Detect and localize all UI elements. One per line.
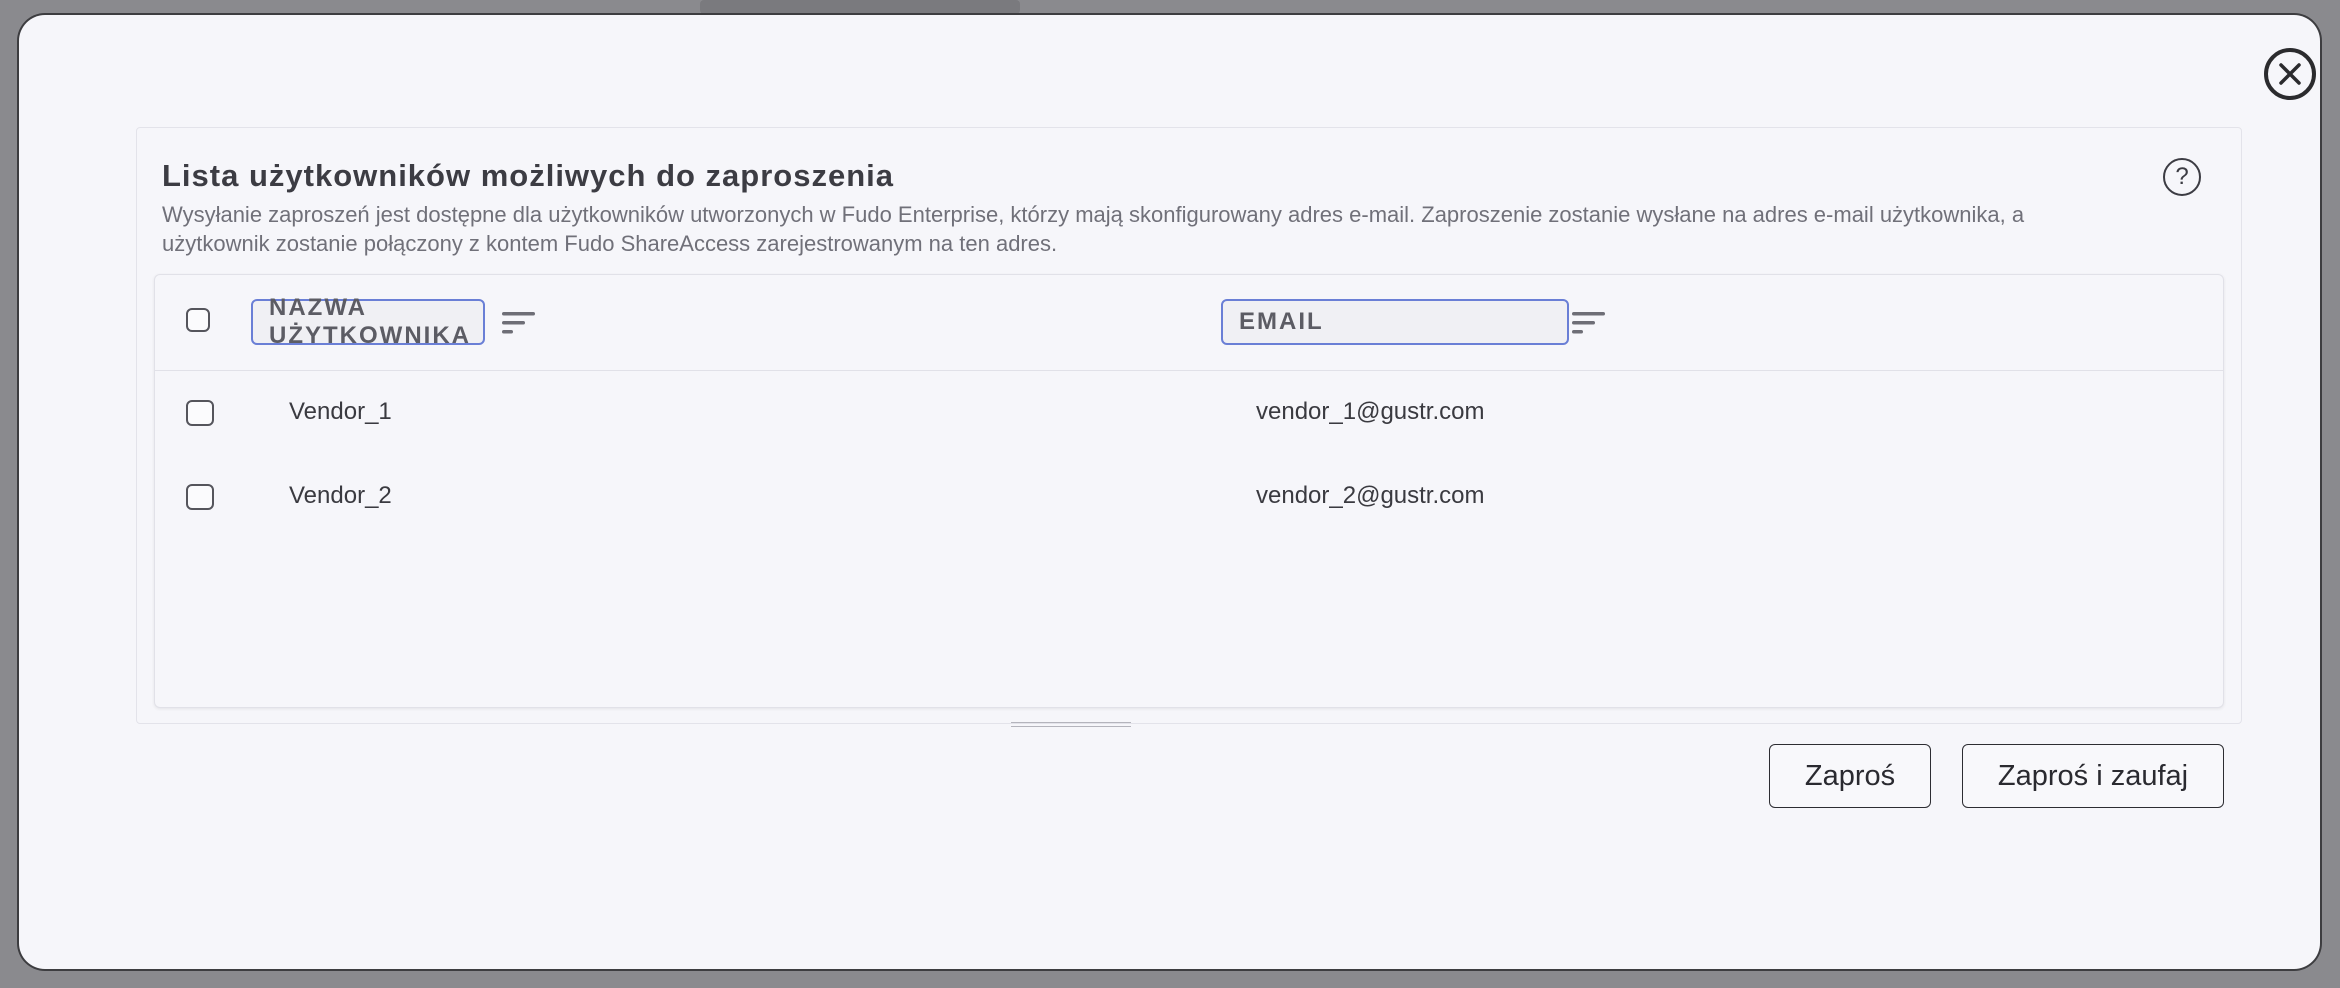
sort-email-icon[interactable] [1572,311,1606,337]
sort-username-icon[interactable] [502,311,536,337]
table-header: NAZWA UŻYTKOWNIKA EMAIL [155,275,2223,371]
email-column-label: EMAIL [1239,308,1324,335]
table-row[interactable]: Vendor_1 vendor_1@gustr.com [155,370,2223,454]
close-button[interactable] [2264,48,2316,100]
invite-button[interactable]: Zaproś [1769,744,1931,808]
users-table: NAZWA UŻYTKOWNIKA EMAIL Vendor_1 vendor_… [154,274,2224,708]
invitable-users-panel: Lista użytkowników możliwych do zaprosze… [136,127,2242,724]
table-row[interactable]: Vendor_2 vendor_2@gustr.com [155,454,2223,538]
panel-description: Wysyłanie zaproszeń jest dostępne dla uż… [162,202,2025,256]
row-checkbox[interactable] [186,400,214,426]
panel-title: Lista użytkowników możliwych do zaprosze… [162,158,895,193]
username-column-filter[interactable]: NAZWA UŻYTKOWNIKA [251,294,485,349]
backdrop [700,0,1020,14]
invite-and-trust-button[interactable]: Zaproś i zaufaj [1962,744,2224,808]
panel-resize-handle[interactable] [1011,720,1131,730]
help-icon[interactable]: ? [2163,158,2201,196]
username-cell: Vendor_2 [289,482,392,509]
help-symbol: ? [2175,163,2189,190]
email-column-filter[interactable]: EMAIL [1221,299,1569,345]
username-cell: Vendor_1 [289,398,392,425]
username-column-label: NAZWA UŻYTKOWNIKA [269,294,471,349]
row-checkbox[interactable] [186,484,214,510]
email-cell: vendor_1@gustr.com [1256,398,1485,425]
select-all-checkbox[interactable] [186,308,210,332]
invite-users-modal: Lista użytkowników możliwych do zaprosze… [19,15,2320,969]
close-icon [2279,63,2301,85]
email-cell: vendor_2@gustr.com [1256,482,1485,509]
